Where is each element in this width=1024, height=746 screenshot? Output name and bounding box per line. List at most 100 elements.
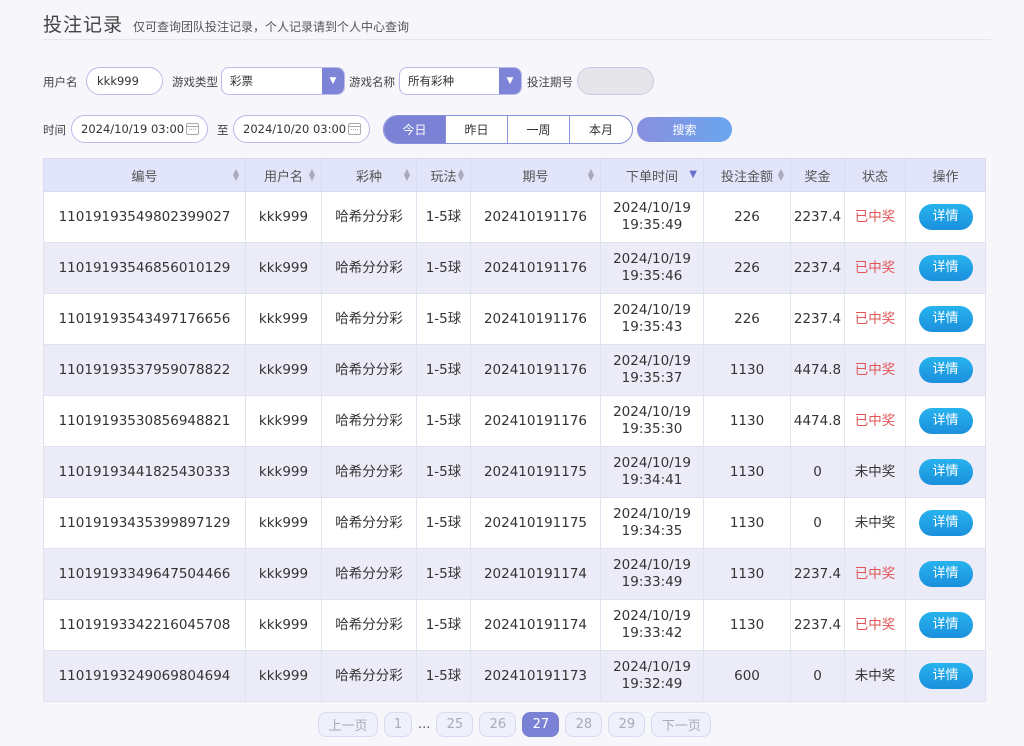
page-1[interactable]: 1 <box>384 712 412 737</box>
cell-clock-text: 19:35:49 <box>621 217 683 233</box>
game-name-value: 所有彩种 <box>408 74 454 88</box>
col-time[interactable]: 下单时间 ▼ <box>600 158 704 192</box>
prev-page-button[interactable]: 上一页 <box>318 712 378 737</box>
detail-button[interactable]: 详情 <box>918 306 973 332</box>
cell-amount: 1130 <box>703 599 791 651</box>
cell-status: 已中奖 <box>844 548 906 600</box>
cell-time: 2024/10/19 19:35:37 <box>600 344 704 396</box>
cell-prize: 2237.4 <box>790 191 845 243</box>
table-row: 11019193349647504466 kkk999 哈希分分彩 1-5球 20241… <box>43 548 986 600</box>
detail-button[interactable]: 详情 <box>918 459 973 485</box>
game-type-select[interactable]: 彩票 ▼ <box>221 67 345 95</box>
cell-period: 202410191175 <box>470 446 601 498</box>
game-type-value: 彩票 <box>230 74 253 88</box>
col-amount[interactable]: 投注金额 ▲ ▼ <box>703 158 791 192</box>
username-input[interactable]: kkk999 <box>86 67 163 95</box>
range-today[interactable]: 今日 <box>384 116 446 143</box>
cell-user: kkk999 <box>245 497 322 549</box>
cell-action: 详情 <box>905 650 986 702</box>
detail-button[interactable]: 详情 <box>918 255 973 281</box>
cell-status: 已中奖 <box>844 344 906 396</box>
search-button[interactable]: 搜索 <box>637 117 732 142</box>
range-month[interactable]: 本月 <box>570 116 632 143</box>
page-28[interactable]: 28 <box>565 712 603 737</box>
detail-button[interactable]: 详情 <box>918 408 973 434</box>
cell-user: kkk999 <box>245 446 322 498</box>
detail-button[interactable]: 详情 <box>918 663 973 689</box>
cell-lottery: 哈希分分彩 <box>321 650 417 702</box>
cell-period: 202410191174 <box>470 599 601 651</box>
cell-time: 2024/10/19 19:32:49 <box>600 650 704 702</box>
cell-prize: 2237.4 <box>790 548 845 600</box>
cell-clock-text: 19:35:46 <box>621 268 683 284</box>
game-name-select[interactable]: 所有彩种 ▼ <box>399 67 522 95</box>
page-subtitle: 仅可查询团队投注记录，个人记录请到个人中心查询 <box>133 20 410 34</box>
page-29[interactable]: 29 <box>608 712 646 737</box>
col-id[interactable]: 编号 ▲ ▼ <box>43 158 246 192</box>
cell-period: 202410191174 <box>470 548 601 600</box>
time-from-input[interactable]: 2024/10/19 03:00 <box>71 115 208 143</box>
table-row: 11019193342216045708 kkk999 哈希分分彩 1-5球 20241… <box>43 599 986 651</box>
range-week[interactable]: 一周 <box>508 116 570 143</box>
period-input[interactable] <box>577 67 654 95</box>
col-status: 状态 <box>844 158 906 192</box>
col-prize: 奖金 <box>790 158 845 192</box>
cell-amount: 1130 <box>703 446 791 498</box>
page-25[interactable]: 25 <box>436 712 474 737</box>
detail-button[interactable]: 详情 <box>918 357 973 383</box>
detail-button[interactable]: 详情 <box>918 510 973 536</box>
cell-status: 已中奖 <box>844 599 906 651</box>
next-page-button[interactable]: 下一页 <box>651 712 712 737</box>
cell-amount: 1130 <box>703 344 791 396</box>
username-label: 用户名 <box>43 75 78 89</box>
page-26[interactable]: 26 <box>479 712 517 737</box>
cell-lottery: 哈希分分彩 <box>321 344 417 396</box>
time-to-input[interactable]: 2024/10/20 03:00 <box>233 115 370 143</box>
detail-button[interactable]: 详情 <box>918 204 973 230</box>
cell-prize: 0 <box>790 650 845 702</box>
time-label: 时间 <box>43 123 66 137</box>
cell-time: 2024/10/19 19:35:43 <box>600 293 704 345</box>
bet-records-table: 编号 ▲ ▼ 用户名 ▲ ▼ 彩种 ▲ ▼ 玩法 ▲ ▼ 期号 ▲ ▼ 下单时间 ▼ 投注金额 ▲ ▼ 奖… <box>43 158 986 702</box>
cell-id: 11019193435399897129 <box>43 497 246 549</box>
col-action: 操作 <box>905 158 986 192</box>
col-play[interactable]: 玩法 ▲ ▼ <box>416 158 471 192</box>
cell-id: 11019193249069804694 <box>43 650 246 702</box>
cell-prize: 4474.8 <box>790 395 845 447</box>
cell-user: kkk999 <box>245 191 322 243</box>
cell-action: 详情 <box>905 599 986 651</box>
cell-amount: 1130 <box>703 395 791 447</box>
cell-user: kkk999 <box>245 599 322 651</box>
cell-user: kkk999 <box>245 242 322 294</box>
cell-clock-text: 19:35:37 <box>621 370 683 386</box>
cell-play: 1-5球 <box>416 293 471 345</box>
cell-lottery: 哈希分分彩 <box>321 548 417 600</box>
table-row: 11019193549802399027 kkk999 哈希分分彩 1-5球 20241… <box>43 191 986 243</box>
cell-time: 2024/10/19 19:35:46 <box>600 242 704 294</box>
cell-period: 202410191176 <box>470 191 601 243</box>
cell-time: 2024/10/19 19:35:49 <box>600 191 704 243</box>
cell-action: 详情 <box>905 548 986 600</box>
cell-period: 202410191176 <box>470 395 601 447</box>
cell-lottery: 哈希分分彩 <box>321 293 417 345</box>
game-type-label: 游戏类型 <box>172 75 218 89</box>
range-yesterday[interactable]: 昨日 <box>446 116 508 143</box>
cell-period: 202410191176 <box>470 293 601 345</box>
page-27-current[interactable]: 27 <box>522 712 560 737</box>
cell-time: 2024/10/19 19:35:30 <box>600 395 704 447</box>
cell-action: 详情 <box>905 395 986 447</box>
cell-clock-text: 19:32:49 <box>621 676 683 692</box>
cell-period: 202410191173 <box>470 650 601 702</box>
cell-clock-text: 19:35:30 <box>621 421 683 437</box>
col-lottery[interactable]: 彩种 ▲ ▼ <box>321 158 417 192</box>
cell-lottery: 哈希分分彩 <box>321 395 417 447</box>
col-user[interactable]: 用户名 ▲ ▼ <box>245 158 322 192</box>
cell-amount: 600 <box>703 650 791 702</box>
detail-button[interactable]: 详情 <box>918 561 973 587</box>
col-period[interactable]: 期号 ▲ ▼ <box>470 158 601 192</box>
cell-user: kkk999 <box>245 548 322 600</box>
detail-button[interactable]: 详情 <box>918 612 973 638</box>
pagination: 上一页 1 ... 25 26 27 28 29 下一页 <box>318 712 712 737</box>
cell-date-text: 2024/10/19 <box>613 659 691 675</box>
cell-id: 11019193546856010129 <box>43 242 246 294</box>
